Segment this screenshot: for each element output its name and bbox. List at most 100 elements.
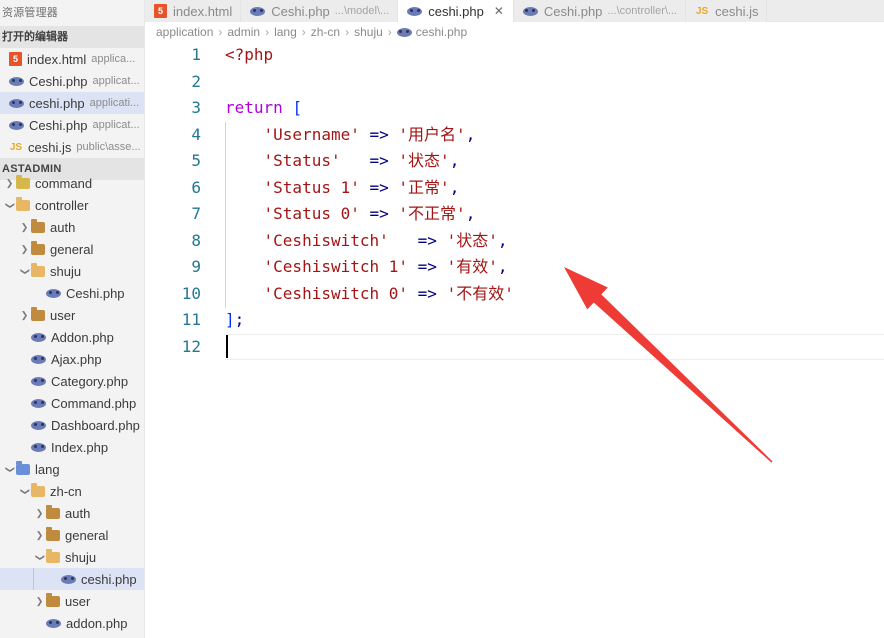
- tree-item-index-php[interactable]: Index.php: [0, 436, 144, 458]
- open-editor-item[interactable]: Ceshi.php applicat...: [0, 70, 144, 92]
- breadcrumb-separator: ›: [301, 25, 306, 39]
- close-icon[interactable]: ✕: [493, 5, 505, 17]
- tree-item-user[interactable]: ❯ user: [0, 590, 144, 612]
- tree-item-label: Dashboard.php: [51, 417, 140, 433]
- php-file-icon: [522, 6, 538, 16]
- chevron-right-icon[interactable]: ❯: [33, 508, 46, 518]
- editor-tab[interactable]: Ceshi.php ...\model\...: [241, 0, 399, 22]
- breadcrumb-label: zh-cn: [310, 25, 341, 39]
- tree-item-label: command: [35, 175, 93, 191]
- tree-item-shuju[interactable]: ❯ shuju: [0, 546, 144, 568]
- tree-item-zh-cn[interactable]: ❯ zh-cn: [0, 480, 144, 502]
- code-token: 'Status 0': [263, 204, 360, 223]
- code-token: 'Status': [263, 151, 341, 170]
- tree-item-category-php[interactable]: Category.php: [0, 370, 144, 392]
- breadcrumb-item[interactable]: application: [156, 25, 213, 39]
- code-token: '正常': [398, 177, 450, 197]
- code-token: =>: [369, 177, 389, 197]
- tree-item-auth[interactable]: ❯ auth: [0, 216, 144, 238]
- open-editor-item[interactable]: Ceshi.php applicat...: [0, 114, 144, 136]
- breadcrumb-item[interactable]: shuju: [354, 25, 383, 39]
- code-token: ]: [225, 310, 235, 329]
- chevron-down-icon[interactable]: ❯: [33, 553, 46, 562]
- chevron-right-icon[interactable]: ❯: [18, 310, 31, 320]
- tree-item-label: user: [50, 307, 76, 323]
- tree-item-command-php[interactable]: Command.php: [0, 392, 144, 414]
- php-file-icon: [31, 354, 46, 364]
- chevron-right-icon[interactable]: ❯: [18, 222, 31, 232]
- breadcrumb-item[interactable]: ceshi.php: [396, 25, 467, 39]
- editor-tab-bar: 5 index.html Ceshi.php ...\model\... ceshi.p…: [145, 0, 884, 22]
- breadcrumb-item[interactable]: admin: [227, 25, 260, 39]
- tree-item-command[interactable]: ❯ command: [0, 172, 144, 194]
- open-editors-section-header[interactable]: 打开的编辑器: [0, 26, 144, 48]
- chevron-right-icon[interactable]: ❯: [18, 244, 31, 254]
- tree-item-label: Ajax.php: [51, 351, 102, 367]
- php-file-icon: [396, 27, 412, 37]
- chevron-down-icon[interactable]: ❯: [18, 487, 31, 496]
- tree-item-ajax-php[interactable]: Ajax.php: [0, 348, 144, 370]
- breadcrumb-item[interactable]: zh-cn: [311, 25, 340, 39]
- chevron-down-icon[interactable]: ❯: [18, 267, 31, 276]
- code-token: '有效': [446, 257, 498, 276]
- php-file-icon: [31, 420, 46, 430]
- folder-command-icon: [16, 175, 30, 189]
- tree-item-dashboard-php[interactable]: Dashboard.php: [0, 414, 144, 436]
- chevron-right-icon[interactable]: ❯: [3, 178, 16, 188]
- code-token: [: [292, 98, 303, 117]
- breadcrumb-label: admin: [227, 25, 261, 39]
- code-token: ,: [465, 124, 476, 144]
- tree-item-controller[interactable]: ❯ controller: [0, 194, 144, 216]
- editor-tab[interactable]: JS ceshi.js: [686, 0, 768, 22]
- code-line: 12: [145, 334, 884, 361]
- tree-item-shuju[interactable]: ❯ shuju: [0, 260, 144, 282]
- open-editor-filename: Ceshi.php: [29, 73, 88, 89]
- line-number: 9: [191, 257, 201, 276]
- code-token: '不正常': [398, 204, 466, 223]
- tree-item-addon-php[interactable]: Addon.php: [0, 326, 144, 348]
- breadcrumb-separator: ›: [387, 25, 392, 39]
- code-token: 'Status 1': [263, 177, 360, 197]
- tree-item-ceshi-php[interactable]: Ceshi.php: [0, 282, 144, 304]
- tree-item-auth[interactable]: ❯ auth: [0, 502, 144, 524]
- tree-item-addon-php[interactable]: addon.php: [0, 612, 144, 634]
- editor-tab[interactable]: Ceshi.php ...\controller\...: [513, 0, 687, 22]
- tree-item-general[interactable]: ❯ general: [0, 524, 144, 546]
- chevron-down-icon[interactable]: ❯: [3, 465, 16, 474]
- folder-icon: [31, 219, 45, 233]
- chevron-right-icon[interactable]: ❯: [33, 530, 46, 540]
- tab-path-hint: ...\model\...: [334, 5, 390, 17]
- php-file-icon: [31, 376, 46, 386]
- php-file-icon: [9, 76, 24, 86]
- code-token: ,: [465, 204, 476, 223]
- open-editor-item[interactable]: 5 index.html applica...: [0, 48, 144, 70]
- tree-item-ajax-php[interactable]: ajax.php: [0, 634, 144, 638]
- code-editor[interactable]: 1 <?php 2 3 return [4 'Username' => '用户名', 5 …: [145, 42, 884, 638]
- open-editor-item[interactable]: JS ceshi.js public\asse...: [0, 136, 144, 158]
- breadcrumb-item[interactable]: lang: [274, 25, 297, 39]
- chevron-right-icon[interactable]: ❯: [33, 596, 46, 606]
- line-number: 6: [191, 177, 201, 197]
- php-file-icon: [61, 574, 76, 584]
- tree-item-lang[interactable]: ❯ lang: [0, 458, 144, 480]
- code-token: =>: [417, 230, 437, 250]
- editor-tab[interactable]: ceshi.php ✕: [398, 0, 514, 22]
- tree-item-general[interactable]: ❯ general: [0, 238, 144, 260]
- chevron-down-icon[interactable]: ❯: [3, 201, 16, 210]
- explorer-title: 资源管理器: [0, 0, 144, 26]
- tree-item-ceshi-php[interactable]: ceshi.php: [0, 568, 144, 590]
- open-editor-item[interactable]: ceshi.php applicati...: [0, 92, 144, 114]
- tree-indent-guide: [33, 568, 34, 590]
- editor-tab[interactable]: 5 index.html: [145, 0, 242, 22]
- line-number: 3: [191, 98, 201, 117]
- tree-item-user[interactable]: ❯ user: [0, 304, 144, 326]
